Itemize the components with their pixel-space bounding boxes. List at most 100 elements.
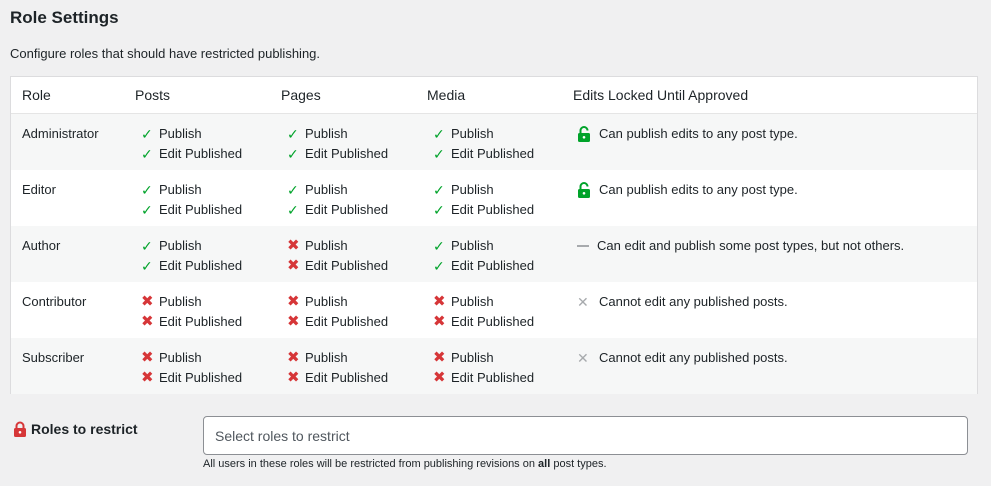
- permission-label: Publish: [159, 182, 202, 197]
- permission-publish: ✖ Publish: [433, 348, 534, 368]
- cross-icon: ✖: [287, 369, 300, 386]
- permission-label: Publish: [305, 294, 348, 309]
- permission-label: Publish: [305, 126, 348, 141]
- permission-label: Edit Published: [159, 370, 243, 385]
- roles-to-restrict-input[interactable]: [203, 416, 968, 455]
- checkmark-icon: ✓: [433, 202, 445, 218]
- checkmark-icon: ✓: [141, 258, 153, 274]
- permission-label: Publish: [305, 350, 348, 365]
- permission-label: Publish: [451, 350, 494, 365]
- cross-icon: ✖: [287, 313, 300, 330]
- checkmark-icon: ✓: [287, 182, 299, 198]
- permission-label: Publish: [451, 294, 494, 309]
- permission-publish: ✖ Publish: [141, 348, 242, 368]
- table-body: Administrator ✓ Publish ✓ Edit Published ✓ Pub…: [11, 114, 977, 394]
- permission-edit: ✓ Edit Published: [287, 200, 388, 220]
- checkmark-icon: ✓: [433, 126, 445, 142]
- permission-publish: ✓ Publish: [433, 180, 534, 200]
- permission-label: Edit Published: [159, 202, 243, 217]
- permission-cell-media: ✓ Publish ✓ Edit Published: [433, 180, 534, 220]
- permission-cell-pages: ✖ Publish ✖ Edit Published: [287, 236, 388, 276]
- permission-publish: ✖ Publish: [287, 348, 388, 368]
- permission-publish: ✓ Publish: [287, 180, 388, 200]
- permission-label: Publish: [305, 238, 348, 253]
- checkmark-icon: ✓: [141, 182, 153, 198]
- permission-cell-posts: ✓ Publish ✓ Edit Published: [141, 180, 242, 220]
- checkmark-icon: ✓: [287, 126, 299, 142]
- permission-label: Edit Published: [305, 258, 389, 273]
- page-title: Role Settings: [10, 8, 119, 27]
- permission-label: Edit Published: [451, 314, 535, 329]
- edits-locked-cell: Can edit and publish some post types, bu…: [577, 236, 904, 256]
- permission-cell-posts: ✓ Publish ✓ Edit Published: [141, 236, 242, 276]
- permission-cell-pages: ✓ Publish ✓ Edit Published: [287, 180, 388, 220]
- permission-label: Edit Published: [451, 202, 535, 217]
- permission-cell-pages: ✖ Publish ✖ Edit Published: [287, 348, 388, 388]
- edits-locked-text: Can publish edits to any post type.: [599, 182, 798, 197]
- permission-label: Edit Published: [305, 370, 389, 385]
- checkmark-icon: ✓: [433, 182, 445, 198]
- edits-locked-cell: ✕ Cannot edit any published posts.: [577, 292, 788, 312]
- checkmark-icon: ✓: [141, 146, 153, 162]
- permission-label: Edit Published: [451, 258, 535, 273]
- restrict-label-text: Roles to restrict: [31, 421, 138, 437]
- permission-label: Publish: [451, 238, 494, 253]
- checkmark-icon: ✓: [141, 202, 153, 218]
- permission-label: Edit Published: [305, 314, 389, 329]
- permission-edit: ✖ Edit Published: [433, 368, 534, 388]
- checkmark-icon: ✓: [141, 238, 153, 254]
- locked-padlock-icon: [13, 421, 31, 437]
- permission-publish: ✓ Publish: [141, 236, 242, 256]
- permission-label: Edit Published: [451, 370, 535, 385]
- permission-publish: ✓ Publish: [287, 124, 388, 144]
- permission-edit: ✓ Edit Published: [141, 256, 242, 276]
- permission-edit: ✓ Edit Published: [141, 144, 242, 164]
- permission-label: Edit Published: [159, 146, 243, 161]
- permission-publish: ✖ Publish: [433, 292, 534, 312]
- permission-publish: ✖ Publish: [287, 292, 388, 312]
- cross-icon: ✖: [433, 313, 446, 330]
- permission-cell-posts: ✖ Publish ✖ Edit Published: [141, 348, 242, 388]
- checkmark-icon: ✓: [287, 146, 299, 162]
- cross-icon: ✖: [287, 293, 300, 310]
- roles-table: Role Posts Pages Media Edits Locked Unti…: [10, 76, 978, 394]
- edits-locked-cell: ✕ Cannot edit any published posts.: [577, 348, 788, 368]
- cross-icon: ✖: [141, 349, 154, 366]
- edits-locked-text: Cannot edit any published posts.: [599, 294, 788, 309]
- permission-publish: ✓ Publish: [141, 124, 242, 144]
- unlocked-padlock-icon: [577, 126, 599, 142]
- help-prefix: All users in these roles will be restric…: [203, 458, 539, 470]
- unlocked-padlock-icon: [577, 182, 599, 198]
- permission-edit: ✓ Edit Published: [433, 144, 534, 164]
- table-row: Administrator ✓ Publish ✓ Edit Published ✓ Pub…: [11, 114, 977, 170]
- permission-edit: ✓ Edit Published: [287, 144, 388, 164]
- role-name: Administrator: [22, 126, 99, 141]
- checkmark-icon: ✓: [433, 238, 445, 254]
- permission-edit: ✓ Edit Published: [433, 200, 534, 220]
- permission-label: Publish: [159, 350, 202, 365]
- cross-icon: ✖: [141, 313, 154, 330]
- column-header-role: Role: [22, 87, 51, 103]
- role-name: Subscriber: [22, 350, 85, 365]
- edits-locked-cell: Can publish edits to any post type.: [577, 124, 798, 144]
- role-name: Editor: [22, 182, 56, 197]
- permission-label: Publish: [451, 182, 494, 197]
- permission-publish: ✓ Publish: [433, 236, 534, 256]
- checkmark-icon: ✓: [433, 146, 445, 162]
- help-suffix: post types.: [550, 458, 607, 470]
- edits-locked-text: Cannot edit any published posts.: [599, 350, 788, 365]
- permission-edit: ✓ Edit Published: [141, 200, 242, 220]
- permission-label: Edit Published: [159, 258, 243, 273]
- cross-icon: ✖: [287, 237, 300, 254]
- role-name: Author: [22, 238, 61, 253]
- permission-cell-posts: ✖ Publish ✖ Edit Published: [141, 292, 242, 332]
- table-header: Role Posts Pages Media Edits Locked Unti…: [11, 77, 977, 114]
- permission-label: Publish: [305, 182, 348, 197]
- permission-cell-media: ✓ Publish ✓ Edit Published: [433, 124, 534, 164]
- table-row: Editor ✓ Publish ✓ Edit Published ✓ Publish ✓ Ed…: [11, 170, 977, 226]
- edits-locked-text: Can publish edits to any post type.: [599, 126, 798, 141]
- permission-edit: ✖ Edit Published: [287, 368, 388, 388]
- permission-label: Publish: [159, 294, 202, 309]
- edits-locked-cell: Can publish edits to any post type.: [577, 180, 798, 200]
- cross-icon: ✖: [287, 349, 300, 366]
